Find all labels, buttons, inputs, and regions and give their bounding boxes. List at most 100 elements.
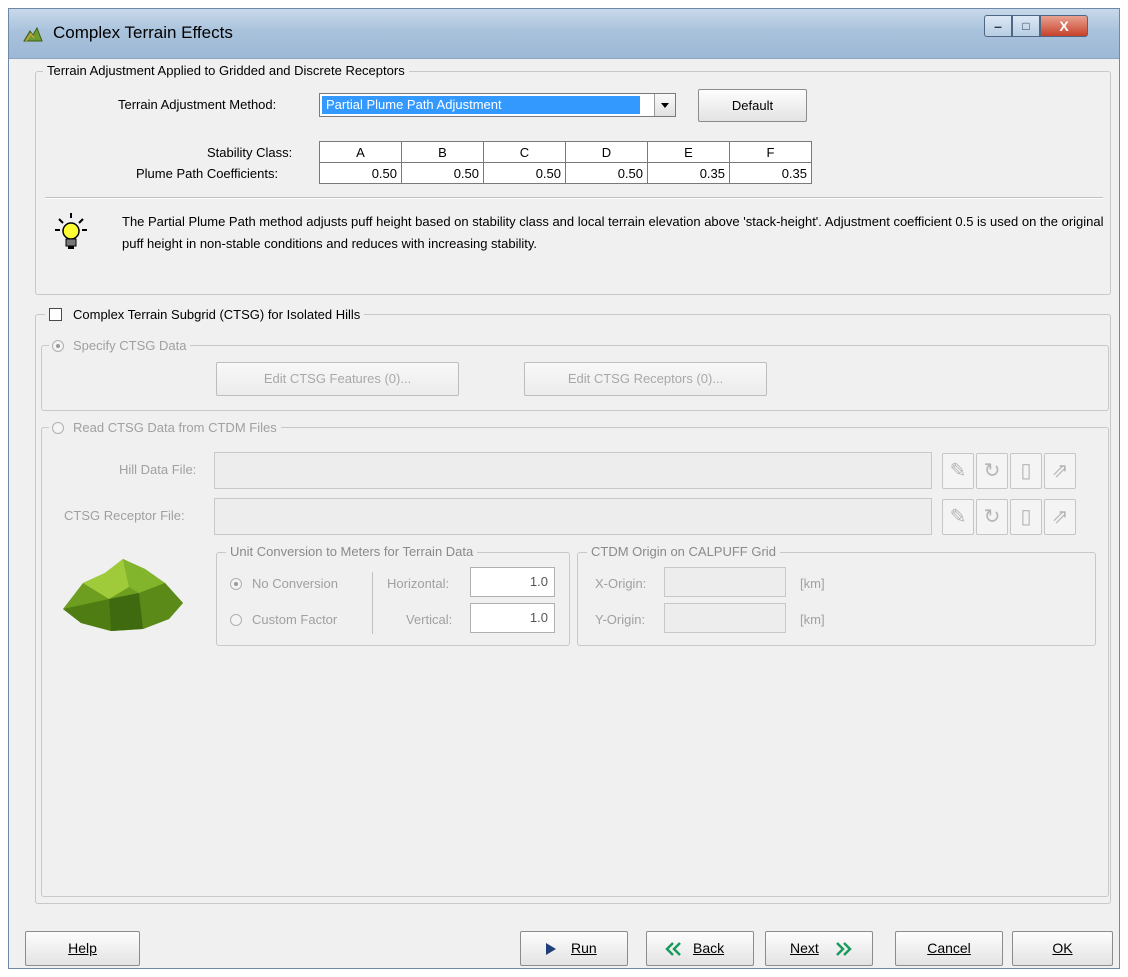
- next-chevron-icon: [836, 942, 852, 956]
- no-conversion-label: No Conversion: [252, 576, 338, 591]
- class-header: B: [401, 141, 484, 163]
- preview-icon: ▯: [1020, 506, 1032, 528]
- preview-icon: ▯: [1020, 460, 1032, 482]
- view-hill-file-button[interactable]: ▯: [1010, 453, 1042, 489]
- ctdm-origin-group: [577, 552, 1096, 646]
- open-hill-file-button[interactable]: ⇗: [1044, 453, 1076, 489]
- edit-hill-file-button[interactable]: ✎: [942, 453, 974, 489]
- dialog-window: Complex Terrain Effects – □ X Terrain Ad…: [8, 8, 1120, 969]
- run-button[interactable]: Run: [520, 931, 628, 966]
- ctsg-legend: Complex Terrain Subgrid (CTSG) for Isola…: [45, 305, 365, 325]
- back-button-label: Back: [693, 940, 725, 956]
- ctsg-checkbox-label: Complex Terrain Subgrid (CTSG) for Isola…: [73, 307, 361, 322]
- help-button[interactable]: Help: [25, 931, 140, 966]
- terrain-app-icon: [23, 26, 43, 42]
- unit-conversion-title: Unit Conversion to Meters for Terrain Da…: [226, 544, 478, 559]
- hill-file-label: Hill Data File:: [119, 462, 197, 477]
- next-button[interactable]: Next: [765, 931, 873, 966]
- open-receptor-file-button[interactable]: ⇗: [1044, 499, 1076, 535]
- info-text: The Partial Plume Path method adjusts pu…: [122, 214, 1104, 251]
- stability-label: Stability Class:: [207, 145, 293, 160]
- coefficient-grid: A B C D E F 0.50 0.50 0.50 0.50 0.35 0.3…: [319, 141, 812, 184]
- minimize-icon: –: [994, 18, 1002, 34]
- coefficients-label: Plume Path Coefficients:: [136, 166, 279, 181]
- close-button[interactable]: X: [1040, 15, 1088, 37]
- window-title: Complex Terrain Effects: [53, 23, 233, 42]
- class-header: D: [565, 141, 648, 163]
- edit-receptor-file-button[interactable]: ✎: [942, 499, 974, 535]
- receptor-file-input[interactable]: [214, 498, 932, 535]
- specify-ctsg-label: Specify CTSG Data: [73, 338, 187, 353]
- coefficient-cell[interactable]: 0.50: [401, 162, 484, 184]
- stability-class-row: A B C D E F: [319, 141, 812, 163]
- maximize-icon: □: [1022, 19, 1030, 33]
- default-button[interactable]: Default: [698, 89, 807, 122]
- class-header: E: [647, 141, 730, 163]
- x-origin-input[interactable]: [664, 567, 786, 597]
- terrain-hill-image: [63, 559, 183, 631]
- coefficient-row: 0.50 0.50 0.50 0.50 0.35 0.35: [319, 162, 812, 184]
- back-button[interactable]: Back: [646, 931, 754, 966]
- coefficient-cell[interactable]: 0.50: [319, 162, 402, 184]
- refresh-receptor-file-button[interactable]: ↻: [976, 499, 1008, 535]
- method-select[interactable]: Partial Plume Path Adjustment: [319, 93, 676, 117]
- maximize-button[interactable]: □: [1012, 15, 1040, 37]
- horizontal-factor-input[interactable]: 1.0: [470, 567, 555, 597]
- view-receptor-file-button[interactable]: ▯: [1010, 499, 1042, 535]
- read-ctsg-radio[interactable]: [52, 422, 64, 434]
- help-button-label: Help: [68, 940, 97, 956]
- lightbulb-icon: [55, 213, 87, 249]
- read-ctsg-label: Read CTSG Data from CTDM Files: [73, 420, 277, 435]
- no-conversion-radio[interactable]: [230, 578, 242, 590]
- specify-ctsg-legend: Specify CTSG Data: [49, 337, 191, 355]
- specify-ctsg-radio[interactable]: [52, 340, 64, 352]
- refresh-icon: ↻: [983, 460, 1001, 482]
- next-button-label: Next: [790, 940, 819, 956]
- coefficient-cell[interactable]: 0.50: [483, 162, 566, 184]
- vertical-label: Vertical:: [406, 612, 453, 627]
- run-arrow-icon: [546, 943, 556, 955]
- folder-open-icon: ⇗: [1051, 506, 1069, 528]
- coefficient-cell[interactable]: 0.35: [729, 162, 812, 184]
- refresh-hill-file-button[interactable]: ↻: [976, 453, 1008, 489]
- pencil-icon: ✎: [949, 460, 967, 482]
- run-button-label: Run: [571, 940, 597, 956]
- read-ctsg-legend: Read CTSG Data from CTDM Files: [49, 419, 281, 437]
- title-bar: Complex Terrain Effects – □ X: [9, 9, 1119, 59]
- ok-button[interactable]: OK: [1012, 931, 1113, 966]
- edit-ctsg-receptors-button[interactable]: Edit CTSG Receptors (0)...: [524, 362, 767, 396]
- custom-factor-radio[interactable]: [230, 614, 242, 626]
- dropdown-arrow-button[interactable]: [654, 94, 675, 116]
- unit-divider: [372, 572, 373, 634]
- vertical-factor-input[interactable]: 1.0: [470, 603, 555, 633]
- receptor-file-label: CTSG Receptor File:: [64, 508, 185, 523]
- minimize-button[interactable]: –: [984, 15, 1012, 37]
- cancel-button[interactable]: Cancel: [895, 931, 1003, 966]
- coefficient-cell[interactable]: 0.35: [647, 162, 730, 184]
- horizontal-label: Horizontal:: [387, 576, 450, 591]
- coefficient-cell[interactable]: 0.50: [565, 162, 648, 184]
- class-header: F: [729, 141, 812, 163]
- edit-ctsg-features-button[interactable]: Edit CTSG Features (0)...: [216, 362, 459, 396]
- ok-button-label: OK: [1052, 940, 1073, 956]
- class-header: C: [483, 141, 566, 163]
- refresh-icon: ↻: [983, 506, 1001, 528]
- hill-file-input[interactable]: [214, 452, 932, 489]
- ctdm-origin-title: CTDM Origin on CALPUFF Grid: [587, 544, 780, 559]
- x-origin-label: X-Origin:: [595, 576, 647, 591]
- terrain-adjustment-title: Terrain Adjustment Applied to Gridded an…: [43, 63, 409, 78]
- class-header: A: [319, 141, 402, 163]
- x-origin-unit: [km]: [800, 576, 825, 591]
- y-origin-input[interactable]: [664, 603, 786, 633]
- info-separator: [45, 197, 1103, 199]
- y-origin-label: Y-Origin:: [595, 612, 646, 627]
- cancel-button-label: Cancel: [927, 940, 971, 956]
- folder-open-icon: ⇗: [1051, 460, 1069, 482]
- ctsg-checkbox[interactable]: [49, 308, 62, 321]
- method-selected-value: Partial Plume Path Adjustment: [322, 96, 640, 114]
- y-origin-unit: [km]: [800, 612, 825, 627]
- back-chevron-icon: [665, 942, 681, 956]
- pencil-icon: ✎: [949, 506, 967, 528]
- method-label: Terrain Adjustment Method:: [118, 97, 277, 112]
- close-icon: X: [1059, 18, 1069, 34]
